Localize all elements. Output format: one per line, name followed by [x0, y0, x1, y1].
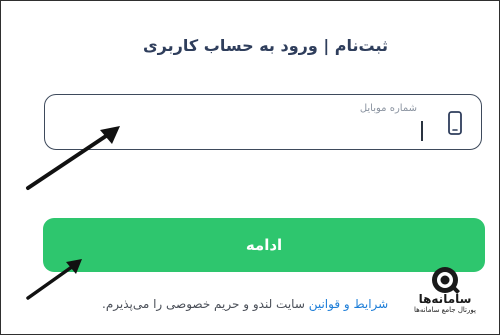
watermark-name: سامانه‌ها	[418, 292, 472, 306]
terms-link[interactable]: شرایط و قوانین	[309, 297, 389, 311]
terms-agreement-text: شرایط و قوانین سایت لندو و حریم خصوصی را…	[102, 297, 388, 311]
continue-button[interactable]: ادامه	[43, 218, 485, 272]
phone-number-field[interactable]: شماره موبایل	[44, 94, 482, 150]
phone-field-label: شماره موبایل	[359, 103, 417, 114]
text-cursor	[421, 121, 423, 141]
watermark-logo: سامانه‌ها پورتال جامع سامانه‌ها	[406, 265, 484, 325]
page-title: ثبت‌نام | ورود به حساب کاربری	[143, 36, 388, 55]
terms-rest-text: سایت لندو و حریم خصوصی را می‌پذیرم.	[102, 297, 309, 311]
mobile-phone-icon	[448, 111, 462, 135]
watermark-subtitle: پورتال جامع سامانه‌ها	[414, 306, 476, 314]
phone-number-input[interactable]	[87, 121, 421, 143]
